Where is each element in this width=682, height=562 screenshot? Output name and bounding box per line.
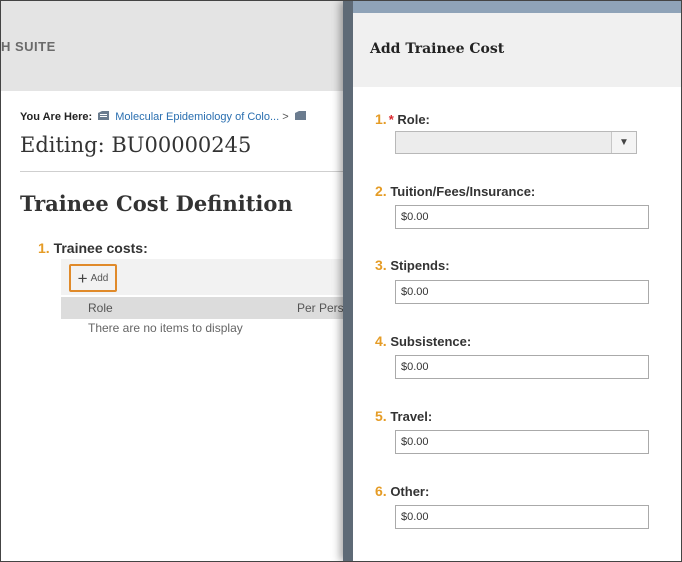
- stipends-input[interactable]: [395, 280, 649, 304]
- travel-field-label: 5. Travel:: [375, 408, 432, 424]
- app-brand: H SUITE: [1, 39, 56, 54]
- table-header: Role Per Pers: [61, 297, 353, 319]
- column-header-role[interactable]: Role: [88, 301, 113, 315]
- other-input[interactable]: [395, 505, 649, 529]
- screenshot-frame: H SUITE You Are Here: Molecular Epidemio…: [0, 0, 682, 562]
- page-title: Editing: BU00000245: [20, 133, 252, 157]
- subsistence-field-label: 4. Subsistence:: [375, 333, 471, 349]
- required-marker: *: [388, 112, 394, 127]
- divider: [20, 171, 353, 172]
- breadcrumb-link-project[interactable]: Molecular Epidemiology of Colo...: [115, 111, 279, 123]
- travel-input[interactable]: [395, 430, 649, 454]
- empty-table-message: There are no items to display: [88, 321, 243, 335]
- role-select[interactable]: ▼: [395, 131, 637, 154]
- field-label-text: Stipends:: [390, 258, 450, 273]
- subsistence-input[interactable]: [395, 355, 649, 379]
- other-field-label: 6. Other:: [375, 483, 429, 499]
- column-header-per-person[interactable]: Per Pers: [297, 301, 344, 315]
- app-header: H SUITE: [1, 1, 353, 91]
- trainee-costs-question: 1. Trainee costs:: [38, 240, 148, 256]
- document-icon: [98, 111, 110, 120]
- field-number: 1.: [375, 111, 387, 127]
- field-number: 3.: [375, 257, 387, 273]
- field-label-text: Tuition/Fees/Insurance:: [390, 184, 536, 199]
- add-button-label: Add: [90, 272, 109, 284]
- add-trainee-cost-button[interactable]: + Add: [69, 264, 117, 292]
- field-label-text: Travel:: [390, 409, 433, 424]
- stipends-field-label: 3. Stipends:: [375, 257, 450, 273]
- breadcrumb-separator: >: [282, 111, 289, 123]
- role-field-label: 1. * Role:: [375, 111, 430, 127]
- document-icon: [294, 111, 306, 120]
- question-label: Trainee costs:: [53, 240, 148, 256]
- chevron-down-icon[interactable]: ▼: [611, 132, 636, 153]
- tuition-fees-insurance-input[interactable]: [395, 205, 649, 229]
- field-label-text: Role:: [397, 112, 430, 127]
- field-number: 2.: [375, 183, 387, 199]
- panel-edge: [343, 1, 353, 561]
- field-label-text: Subsistence:: [390, 334, 472, 349]
- panel-title: Add Trainee Cost: [370, 41, 505, 57]
- question-number: 1.: [38, 240, 50, 256]
- field-number: 5.: [375, 408, 387, 424]
- breadcrumb-label: You Are Here:: [20, 111, 93, 123]
- breadcrumb: You Are Here: Molecular Epidemiology of …: [20, 110, 309, 123]
- tuition-field-label: 2. Tuition/Fees/Insurance:: [375, 183, 535, 199]
- background-page: H SUITE You Are Here: Molecular Epidemio…: [1, 1, 353, 561]
- field-number: 4.: [375, 333, 387, 349]
- plus-icon: +: [77, 268, 88, 288]
- section-title: Trainee Cost Definition: [20, 191, 293, 216]
- field-number: 6.: [375, 483, 387, 499]
- field-label-text: Other:: [390, 484, 430, 499]
